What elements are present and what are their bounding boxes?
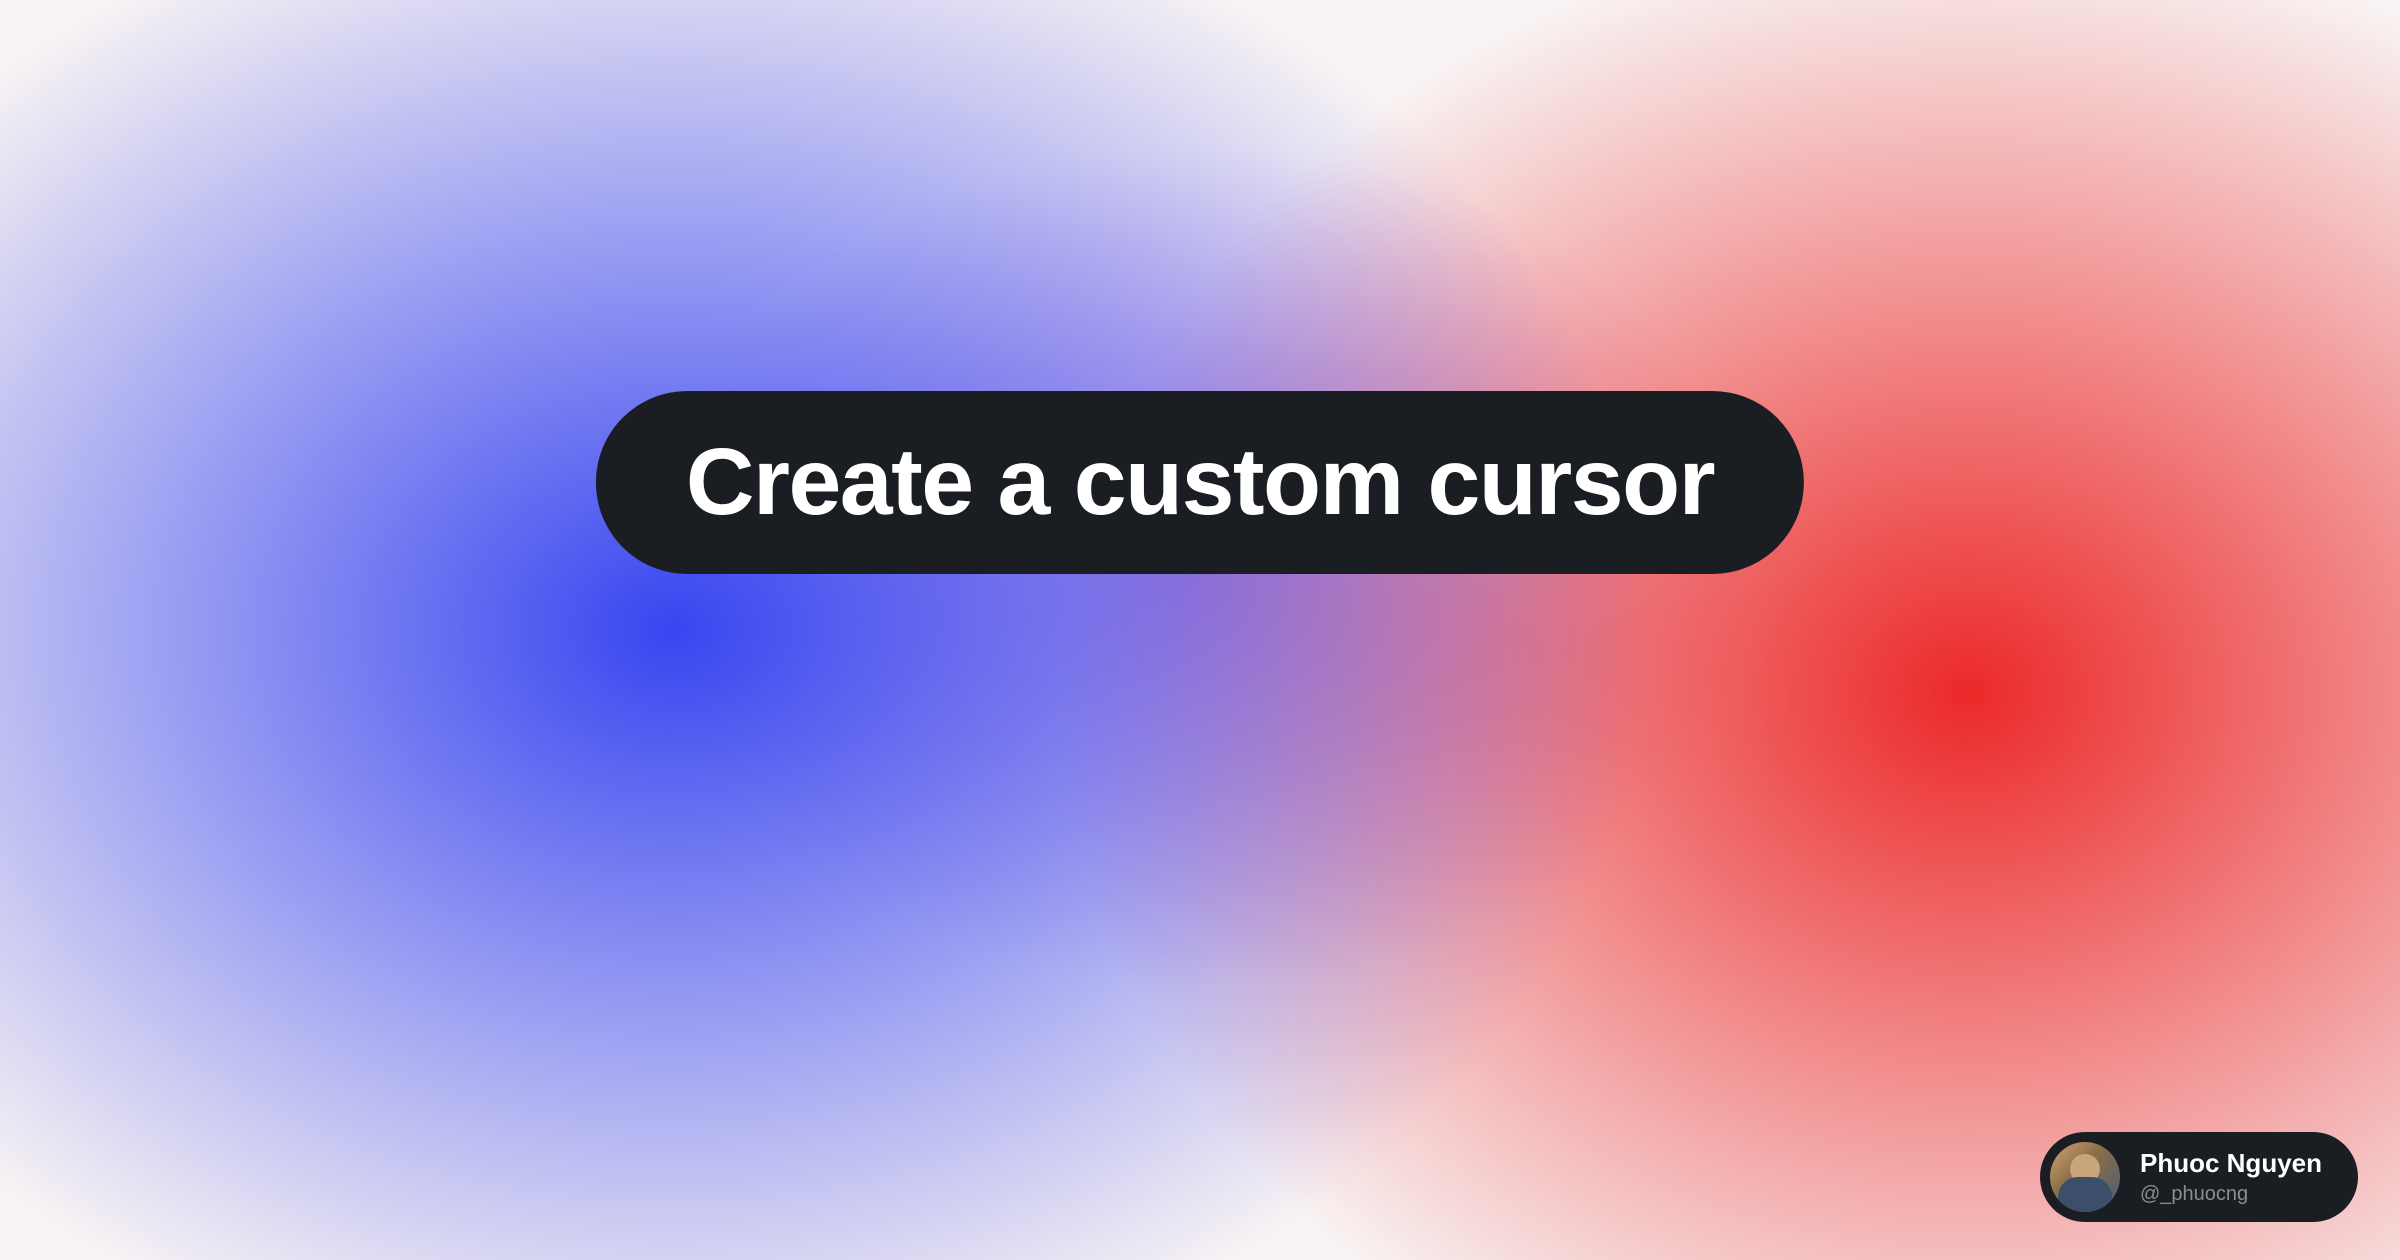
author-name: Phuoc Nguyen xyxy=(2140,1148,2322,1179)
title-pill: Create a custom cursor xyxy=(596,391,1804,574)
page-title: Create a custom cursor xyxy=(686,435,1714,530)
author-info: Phuoc Nguyen @_phuocng xyxy=(2140,1148,2322,1205)
avatar xyxy=(2050,1142,2120,1212)
author-handle: @_phuocng xyxy=(2140,1182,2322,1206)
author-badge[interactable]: Phuoc Nguyen @_phuocng xyxy=(2040,1132,2358,1222)
gradient-background xyxy=(0,0,2400,1260)
